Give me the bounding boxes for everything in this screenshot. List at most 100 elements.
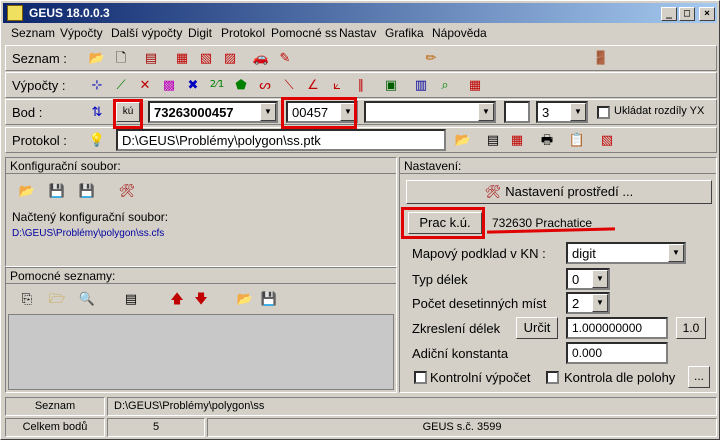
sort-icon[interactable]: ⇅ (86, 101, 108, 123)
protocol-export-icon[interactable]: ▧ (596, 129, 618, 151)
menu-protokol[interactable]: Protokol (221, 26, 265, 40)
open-folder-icon[interactable]: 📂 (234, 288, 256, 310)
urcit-button[interactable]: Určit (516, 317, 558, 339)
list-export-icon[interactable]: ▦ (171, 47, 193, 69)
line-calc-icon[interactable]: ⟍ (278, 74, 300, 96)
area-calc-icon[interactable]: ⬟ (230, 74, 252, 96)
status-seznam-path: D:\GEUS\Problémy\polygon\ss (107, 397, 717, 416)
menu-nastav[interactable]: Nastav (339, 26, 376, 40)
pages-icon[interactable]: ▤ (120, 288, 142, 310)
clipboard-icon[interactable]: 📋 (566, 129, 588, 151)
parallel-calc-icon[interactable]: ∥ (350, 74, 372, 96)
highlight-short-number-box (281, 97, 357, 129)
adicni-label: Adiční konstanta (412, 346, 509, 361)
one-button[interactable]: 1.0 (676, 317, 706, 339)
exit-door-icon[interactable]: 🚪 (590, 47, 612, 69)
chevron-down-icon[interactable]: ▼ (260, 103, 276, 121)
typ-delek-combo[interactable]: 0 ▼ (566, 268, 610, 290)
open-folder-icon[interactable]: 📂 (86, 47, 108, 69)
dots-button[interactable]: ... (688, 366, 710, 388)
chevron-down-icon[interactable]: ▼ (570, 103, 586, 121)
extra-field[interactable] (504, 101, 530, 123)
list-copy-icon[interactable]: ▨ (219, 47, 241, 69)
prostredi-button[interactable]: 🛠 Nastavení prostředí ... (406, 180, 712, 204)
kontrolni-checkbox[interactable] (414, 371, 427, 384)
pomocne-list[interactable] (8, 314, 394, 390)
open-config-icon[interactable]: 📂 (16, 180, 38, 202)
protocol-edit-icon[interactable]: ▤ (482, 129, 504, 151)
save-as-config-icon[interactable]: 💾 (76, 180, 98, 202)
protokol-path-field[interactable]: D:\GEUS\Problémy\polygon\ss.ptk (116, 129, 446, 151)
point-number-combo[interactable]: 73263000457 ▼ (148, 101, 278, 123)
list-print-icon[interactable]: ▤ (140, 47, 162, 69)
precision-combo[interactable]: 3 ▼ (536, 101, 588, 123)
maximize-button[interactable]: □ (679, 7, 695, 21)
protokol-path-value: D:\GEUS\Problémy\polygon\ss.ptk (122, 133, 321, 148)
code-combo[interactable]: ▼ (364, 101, 496, 123)
menu-dalsi-vypocty[interactable]: Další výpočty (111, 26, 182, 40)
adicni-field[interactable]: 0.000 (566, 342, 668, 364)
pencil-icon[interactable]: ✏ (420, 47, 442, 69)
list-import-icon[interactable]: ▧ (195, 47, 217, 69)
protocol-view-icon[interactable]: ▦ (506, 129, 528, 151)
menu-vypocty[interactable]: Výpočty (60, 26, 103, 40)
arc-calc-icon[interactable]: ⟀ (326, 74, 348, 96)
close-button[interactable]: × (699, 7, 715, 21)
status-geus: GEUS s.č. 3599 (207, 418, 717, 437)
lightbulb-icon[interactable]: 💡 (86, 129, 108, 151)
grid-calc-icon[interactable]: ▩ (158, 74, 180, 96)
nastaveni-header: Nastavení: (400, 158, 716, 174)
zoom-icon[interactable]: 🔍 (76, 288, 98, 310)
chevron-down-icon[interactable]: ▼ (592, 294, 608, 312)
kontrolni-label: Kontrolní výpočet (430, 370, 531, 385)
arrow-up-icon[interactable]: 🡅 (166, 288, 188, 310)
save-config-icon[interactable]: 💾 (46, 180, 68, 202)
protokol-label: Protokol : (12, 133, 67, 148)
car-icon[interactable]: 🚗 (250, 47, 272, 69)
pocet-combo[interactable]: 2 ▼ (566, 292, 610, 314)
print-icon[interactable]: 🖶 (536, 129, 558, 151)
chevron-down-icon[interactable]: ▼ (478, 103, 494, 121)
map-calc-icon[interactable]: ▣ (380, 74, 402, 96)
loaded-config-label: Načtený konfigurační soubor: (12, 210, 169, 224)
seznam-label: Seznam : (12, 51, 67, 66)
cross-calc-icon[interactable]: ✖ (182, 74, 204, 96)
points-list-icon[interactable]: ▦ (464, 74, 486, 96)
menu-digit[interactable]: Digit (188, 26, 212, 40)
menu-napoveda[interactable]: Nápověda (432, 26, 487, 40)
highlight-prac-ku-box (401, 207, 485, 239)
search-calc-icon[interactable]: ⌕ (434, 74, 456, 96)
chevron-down-icon[interactable]: ▼ (668, 244, 684, 262)
tools-icon[interactable]: 🛠 (116, 180, 138, 202)
vypocty-toolbar: Výpočty : ⊹ ⟋ ✕ ▩ ✖ 2⁄1 ⬟ ᔕ ⟍ ∠ ⟀ ∥ ▣ ▥ … (5, 72, 717, 98)
open-protocol-icon[interactable]: 📂 (452, 129, 474, 151)
intersection-calc-icon[interactable]: ✕ (134, 74, 156, 96)
polygon-calc-icon[interactable]: ᔕ (254, 74, 276, 96)
kontrola-checkbox[interactable] (546, 371, 559, 384)
status-celkem-label: Celkem bodů (5, 418, 105, 437)
minimize-button[interactable]: _ (661, 7, 677, 21)
edit-list-icon[interactable]: ✎ (274, 47, 296, 69)
menu-grafika[interactable]: Grafika (385, 26, 424, 40)
polar-calc-icon[interactable]: ⊹ (86, 74, 108, 96)
angle-calc-icon[interactable]: ∠ (302, 74, 324, 96)
transform-calc-icon[interactable]: 2⁄1 (206, 74, 228, 96)
arrow-down-icon[interactable]: 🡇 (190, 288, 212, 310)
open-list-icon[interactable]: 🗁 (46, 288, 68, 310)
ukladat-checkbox[interactable] (597, 106, 610, 119)
new-document-icon[interactable]: 🗋 (110, 47, 132, 69)
pocet-value: 2 (572, 296, 580, 311)
chevron-down-icon[interactable]: ▼ (592, 270, 608, 288)
menu-pomocne-ss[interactable]: Pomocné ss (271, 26, 337, 40)
zkresleni-field[interactable]: 1.000000000 (566, 317, 668, 339)
config-header: Konfigurační soubor: (6, 158, 396, 174)
copy-list-icon[interactable]: ⎘ (16, 288, 38, 310)
pomocne-panel: Pomocné seznamy: ⎘ 🗁 🔍 ▤ 🡅 🡇 📂 💾 (5, 267, 397, 393)
calculator-icon[interactable]: ▥ (410, 74, 432, 96)
zkresleni-value: 1.000000000 (572, 321, 643, 335)
mapovy-combo[interactable]: digit ▼ (566, 242, 686, 264)
menu-seznam[interactable]: Seznam (11, 26, 55, 40)
nastaveni-panel: Nastavení: 🛠 Nastavení prostředí ... Prac… (399, 157, 717, 393)
orthogonal-calc-icon[interactable]: ⟋ (110, 74, 132, 96)
save-icon[interactable]: 💾 (258, 288, 280, 310)
